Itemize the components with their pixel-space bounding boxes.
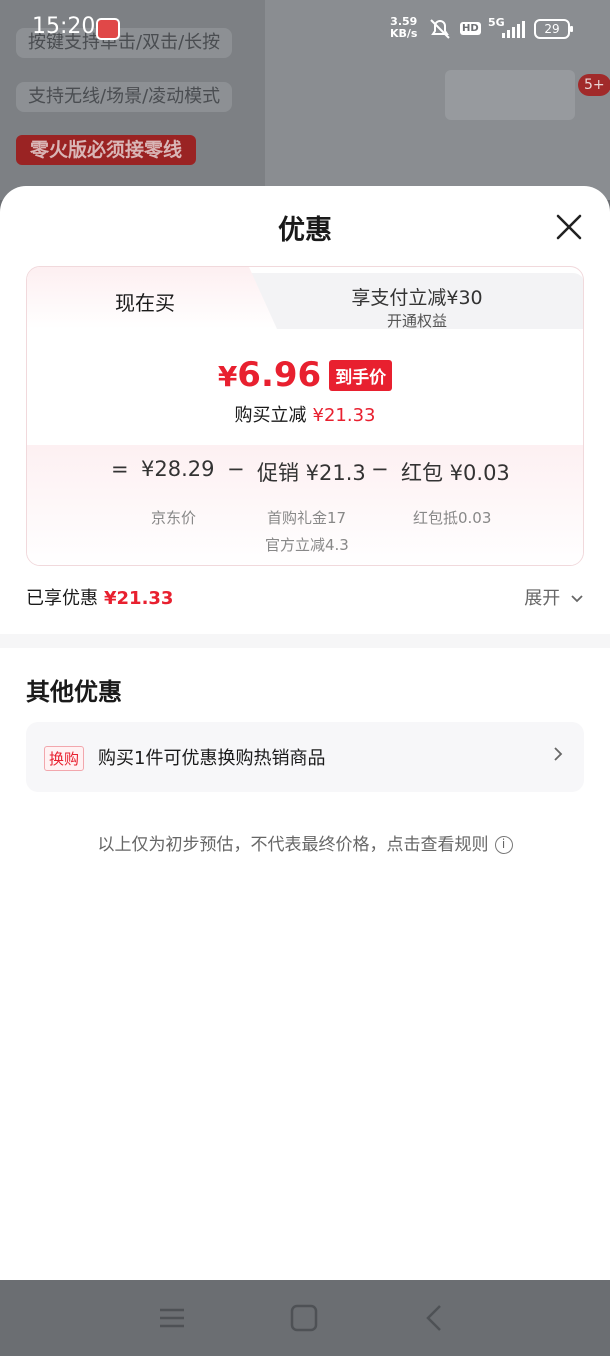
signal-icon: 5G — [488, 16, 526, 38]
menu-icon[interactable] — [152, 1302, 192, 1334]
tab-pay-discount[interactable]: 享支付立减¥30 开通权益 — [249, 273, 583, 330]
tab-pay-discount-title: 享支付立减¥30 — [351, 287, 483, 309]
currency-symbol: ¥ — [217, 360, 238, 393]
network-speed-unit: KB/s — [390, 27, 418, 40]
exchange-tag: 换购 — [44, 746, 85, 771]
info-icon: i — [494, 836, 513, 854]
tab-pay-discount-subtitle: 开通权益 — [386, 312, 447, 330]
expand-label: 展开 — [524, 588, 561, 609]
exchange-offer-text: 购买1件可优惠换购热销商品 — [98, 748, 326, 769]
network-speed: 3.59 KB/s — [390, 16, 417, 40]
minus-sign: − — [371, 457, 389, 481]
other-offers-title: 其他优惠 — [26, 678, 122, 706]
status-time: 15:20 — [32, 14, 96, 39]
notification-badge: 5+ — [578, 74, 610, 96]
minus-sign: − — [227, 457, 245, 481]
list-item[interactable]: 换购 购买1件可优惠换购热销商品 — [26, 722, 584, 792]
price-breakdown: = ¥28.29 − 促销 ¥21.3 − 红包 ¥0.03 京东价 首购礼金1… — [27, 445, 583, 565]
mute-icon — [428, 18, 452, 45]
promo-detail: 首购礼金17 — [267, 509, 347, 527]
jd-price-label: 京东价 — [151, 509, 197, 527]
final-price-row: ¥6.96 到手价 — [27, 355, 583, 395]
battery-icon: 29 — [534, 19, 573, 39]
sheet-title: 优惠 — [278, 215, 332, 246]
home-icon[interactable] — [284, 1302, 324, 1334]
tab-buy-now[interactable]: 现在买 — [27, 267, 277, 329]
promo-banner: 零火版必须接零线 — [16, 135, 197, 165]
final-price-tag: 到手价 — [329, 359, 393, 391]
chevron-right-icon — [552, 744, 564, 770]
tab-buy-now-label: 现在买 — [115, 291, 175, 315]
close-icon[interactable] — [552, 210, 586, 244]
promo-value: 促销 ¥21.3 — [257, 461, 366, 485]
discount-sheet: 优惠 享支付立减¥30 开通权益 现在买 ¥6.96 到手价 购买立减 ¥21.3… — [0, 186, 610, 1280]
status-bar: 15:20 3.59 KB/s HD 5G 29 — [0, 0, 610, 60]
chevron-down-icon — [571, 595, 583, 603]
price-card: 享支付立减¥30 开通权益 现在买 ¥6.96 到手价 购买立减 ¥21.33 =… — [26, 266, 584, 566]
disclaimer-link[interactable]: 以上仅为初步预估，不代表最终价格，点击查看规则 i — [0, 830, 610, 855]
app-notification-icon — [96, 18, 120, 40]
enjoyed-discount: 已享优惠 ¥21.33 — [26, 584, 173, 610]
system-navigation-bar — [0, 1280, 610, 1356]
instant-save-amount: ¥21.33 — [312, 405, 376, 426]
final-price: ¥6.96 — [218, 355, 321, 395]
expand-button[interactable]: 展开 — [524, 584, 584, 610]
redpacket-detail: 红包抵0.03 — [413, 509, 492, 527]
back-icon[interactable] — [414, 1302, 454, 1334]
enjoyed-amount: ¥21.33 — [104, 588, 174, 609]
breakdown-formula: = ¥28.29 − 促销 ¥21.3 − 红包 ¥0.03 — [27, 457, 583, 497]
promo-detail: 官方立减4.3 — [265, 536, 349, 554]
equals-sign: = — [111, 457, 129, 481]
enjoyed-label: 已享优惠 — [26, 588, 98, 609]
final-price-value: 6.96 — [237, 355, 322, 395]
feature-pill: 支持无线/场景/凌动模式 — [16, 82, 233, 112]
jd-price-value: ¥28.29 — [141, 457, 215, 481]
hd-voice-icon: HD — [460, 22, 481, 35]
disclaimer-text: 以上仅为初步预估，不代表最终价格，点击查看规则 — [97, 835, 489, 855]
section-divider — [0, 634, 610, 648]
instant-save-label: 购买立减 — [234, 405, 307, 426]
redpacket-value: 红包 ¥0.03 — [401, 461, 510, 485]
instant-save-row: 购买立减 ¥21.33 — [27, 401, 583, 427]
